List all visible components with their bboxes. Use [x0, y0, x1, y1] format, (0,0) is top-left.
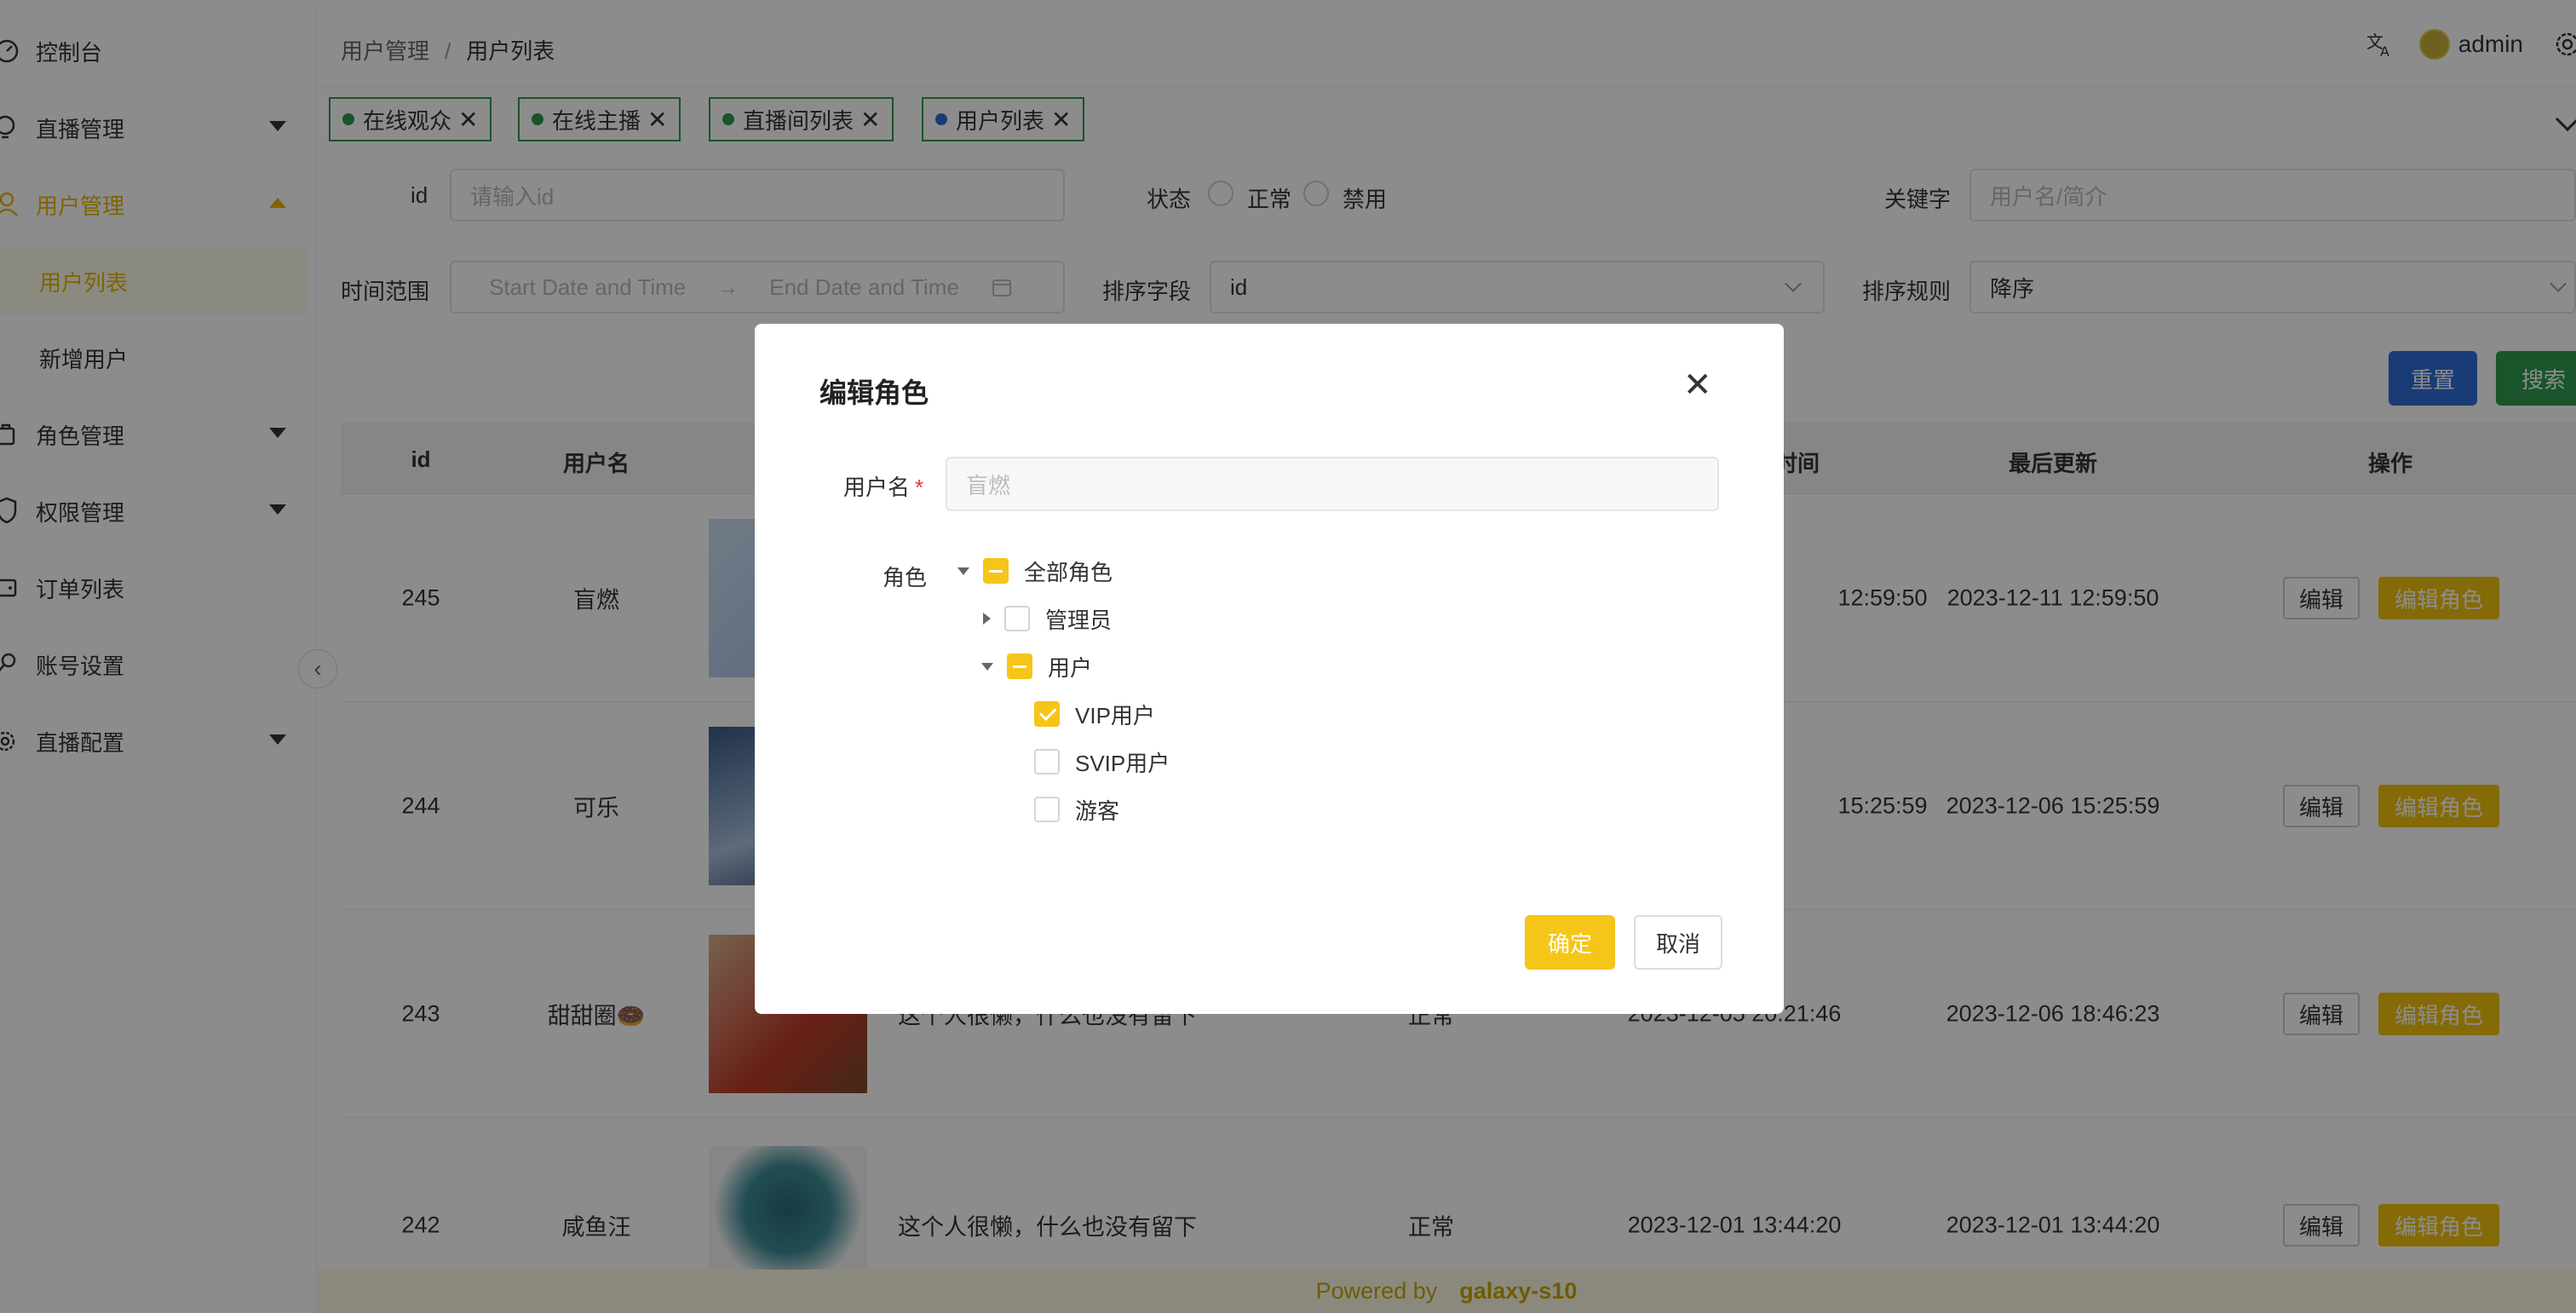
tree-node-svip[interactable]: SVIP用户 [1021, 745, 1170, 779]
edit-role-dialog: 编辑角色 ✕ 用户名 * 盲燃 角色 全部角色 管理员 用户 VIP用户 SVIP… [755, 324, 1784, 1014]
required-mark: * [915, 475, 924, 500]
tree-node-label: 游客 [1075, 798, 1120, 824]
tree-node-guest[interactable]: 游客 [1021, 792, 1119, 826]
tree-node-label: VIP用户 [1075, 702, 1155, 728]
dialog-title: 编辑角色 [819, 377, 929, 408]
confirm-button[interactable]: 确定 [1525, 915, 1615, 970]
checkbox-indeterminate[interactable] [1007, 654, 1032, 679]
role-label: 角色 [883, 565, 928, 590]
caret-down-icon[interactable] [957, 567, 969, 575]
tree-node-label: 管理员 [1045, 607, 1113, 633]
tree-node-user[interactable]: 用户 [981, 649, 1092, 683]
checkbox-checked[interactable] [1034, 701, 1060, 727]
username-label-text: 用户名 [843, 475, 911, 500]
close-icon[interactable]: ✕ [1683, 368, 1712, 402]
tree-node-vip[interactable]: VIP用户 [1021, 697, 1155, 731]
tree-node-label: SVIP用户 [1075, 750, 1170, 776]
caret-right-icon[interactable] [983, 613, 991, 625]
username-label: 用户名 * [843, 470, 923, 502]
tree-node-label: 全部角色 [1024, 559, 1113, 585]
username-input[interactable]: 盲燃 [946, 457, 1719, 511]
tree-node-admin[interactable]: 管理员 [983, 602, 1112, 636]
checkbox[interactable] [1004, 606, 1030, 631]
tree-node-label: 用户 [1048, 654, 1093, 681]
cancel-button[interactable]: 取消 [1634, 915, 1722, 970]
checkbox-indeterminate[interactable] [983, 558, 1009, 584]
tree-node-all-roles[interactable]: 全部角色 [957, 554, 1113, 588]
caret-down-icon[interactable] [981, 662, 993, 671]
checkbox[interactable] [1034, 797, 1060, 822]
checkbox[interactable] [1034, 749, 1060, 775]
